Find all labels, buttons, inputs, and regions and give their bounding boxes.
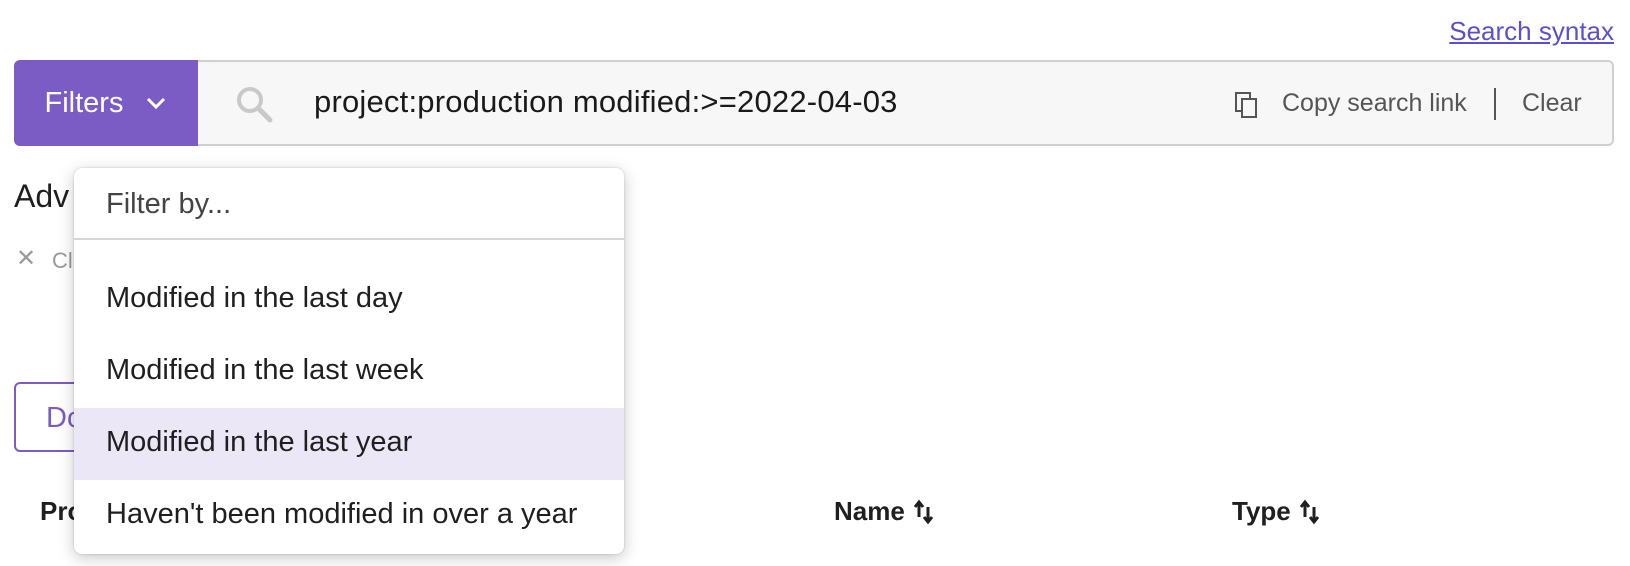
search-syntax-link[interactable]: Search syntax xyxy=(1449,16,1614,47)
page: Search syntax Filters project:production… xyxy=(0,0,1630,566)
copy-icon[interactable] xyxy=(1234,91,1260,119)
chevron-down-icon xyxy=(147,97,166,110)
clear-filters-link[interactable]: Cl xyxy=(52,248,73,274)
copy-search-link-button[interactable]: Copy search link xyxy=(1282,89,1467,118)
sort-icon xyxy=(1299,499,1319,524)
filter-option-over-a-year[interactable]: Haven't been modified in over a year xyxy=(74,480,624,552)
filters-dropdown: Filter by... Modified in the last day Mo… xyxy=(74,168,624,554)
search-icon xyxy=(237,87,273,123)
column-header-name[interactable]: Name xyxy=(834,496,935,527)
filters-button[interactable]: Filters xyxy=(14,60,198,146)
filter-option-last-year[interactable]: Modified in the last year xyxy=(74,408,624,480)
close-icon[interactable]: ✕ xyxy=(16,244,36,273)
column-header-label: Type xyxy=(1232,496,1291,526)
advanced-heading: Adv xyxy=(14,178,70,214)
search-input[interactable]: project:production modified:>=2022-04-03 xyxy=(314,84,898,120)
filters-button-label: Filters xyxy=(44,86,124,119)
column-header-label: Name xyxy=(834,496,905,526)
filter-option-last-day[interactable]: Modified in the last day xyxy=(74,264,624,336)
filter-by-input[interactable]: Filter by... xyxy=(74,168,624,240)
filter-option-last-week[interactable]: Modified in the last week xyxy=(74,336,624,408)
filter-options-list: Modified in the last day Modified in the… xyxy=(74,264,624,552)
divider xyxy=(1494,88,1496,120)
column-header-type[interactable]: Type xyxy=(1232,496,1321,527)
search-bar: Filters project:production modified:>=20… xyxy=(14,60,1614,146)
clear-button[interactable]: Clear xyxy=(1522,89,1582,118)
sort-icon xyxy=(913,499,933,524)
